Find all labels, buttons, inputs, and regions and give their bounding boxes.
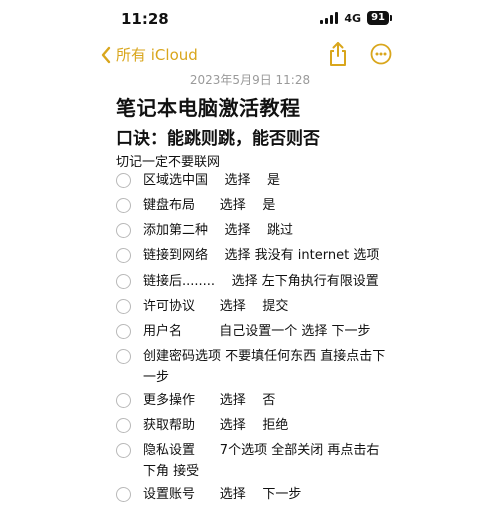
checklist-item-text[interactable]: 更多操作 选择 否 <box>143 390 391 411</box>
checklist-item-text[interactable]: 隐私设置 7个选项 全部关闭 再点击右下角 接受 <box>143 440 391 482</box>
note-subtitle[interactable]: 口诀：能跳则跳，能否则否 <box>116 124 320 149</box>
checkbox[interactable] <box>116 443 131 458</box>
checklist-item: 键盘布局 选择 是 <box>116 195 496 216</box>
checkbox[interactable] <box>116 324 131 339</box>
checklist-item-text[interactable]: 添加第二种 选择 跳过 <box>143 220 391 241</box>
status-time: 11:28 <box>121 10 169 28</box>
checklist-item-text[interactable]: 键盘布局 选择 是 <box>143 195 391 216</box>
checklist-item: 链接到网络 选择 我没有 internet 选项 <box>116 245 496 266</box>
checklist-item: 区域选中国 选择 是 <box>116 170 496 191</box>
checkbox[interactable] <box>116 223 131 238</box>
checklist-item: 用户名 自己设置一个 选择 下一步 <box>116 321 496 342</box>
note-warning[interactable]: 切记一定不要联网 <box>116 151 220 170</box>
note-title[interactable]: 笔记本电脑激活教程 <box>116 92 301 121</box>
status-indicators: 4G 91 <box>320 11 392 25</box>
checklist-item-text[interactable]: 获取帮助 选择 拒绝 <box>143 415 391 436</box>
checklist-item: 添加第二种 选择 跳过 <box>116 220 496 241</box>
network-label: 4G <box>344 11 362 25</box>
checklist-item: 链接后........ 选择 左下角执行有限设置 <box>116 271 496 292</box>
checklist-item: 获取帮助 选择 拒绝 <box>116 415 496 436</box>
checklist-item-text[interactable]: 设置账号 选择 下一步 <box>143 484 391 505</box>
back-label: 所有 iCloud <box>116 46 198 64</box>
checkbox[interactable] <box>116 198 131 213</box>
share-icon[interactable] <box>326 41 350 67</box>
nav-bar: 所有 iCloud <box>0 38 500 70</box>
battery-icon: 91 <box>367 11 392 25</box>
signal-icon <box>320 12 339 24</box>
status-bar: 11:28 4G 91 <box>0 0 500 36</box>
checkbox[interactable] <box>116 393 131 408</box>
checkbox[interactable] <box>116 349 131 364</box>
checklist-item: 更多操作 选择 否 <box>116 390 496 411</box>
checklist-item-text[interactable]: 用户名 自己设置一个 选择 下一步 <box>143 321 391 342</box>
more-icon[interactable] <box>370 43 392 65</box>
chevron-left-icon <box>101 46 111 63</box>
checklist-item: 创建密码选项 不要填任何东西 直接点击下一步 <box>116 346 496 388</box>
checklist-item-text[interactable]: 创建密码选项 不要填任何东西 直接点击下一步 <box>143 346 391 388</box>
checkbox[interactable] <box>116 418 131 433</box>
checkbox[interactable] <box>116 274 131 289</box>
checklist-item: 隐私设置 7个选项 全部关闭 再点击右下角 接受 <box>116 440 496 482</box>
checklist-item: 设置账号 选择 下一步 <box>116 484 496 505</box>
checkbox[interactable] <box>116 173 131 188</box>
checklist-item: 许可协议 选择 提交 <box>116 296 496 317</box>
checkbox[interactable] <box>116 487 131 502</box>
note-timestamp: 2023年5月9日 11:28 <box>189 73 311 87</box>
checklist-item-text[interactable]: 链接到网络 选择 我没有 internet 选项 <box>143 245 391 266</box>
checklist-item-text[interactable]: 链接后........ 选择 左下角执行有限设置 <box>143 271 391 292</box>
back-button[interactable]: 所有 iCloud <box>100 44 198 65</box>
checkbox[interactable] <box>116 299 131 314</box>
checkbox[interactable] <box>116 248 131 263</box>
checklist-item-text[interactable]: 许可协议 选择 提交 <box>143 296 391 317</box>
checklist-item-text[interactable]: 区域选中国 选择 是 <box>143 170 391 191</box>
